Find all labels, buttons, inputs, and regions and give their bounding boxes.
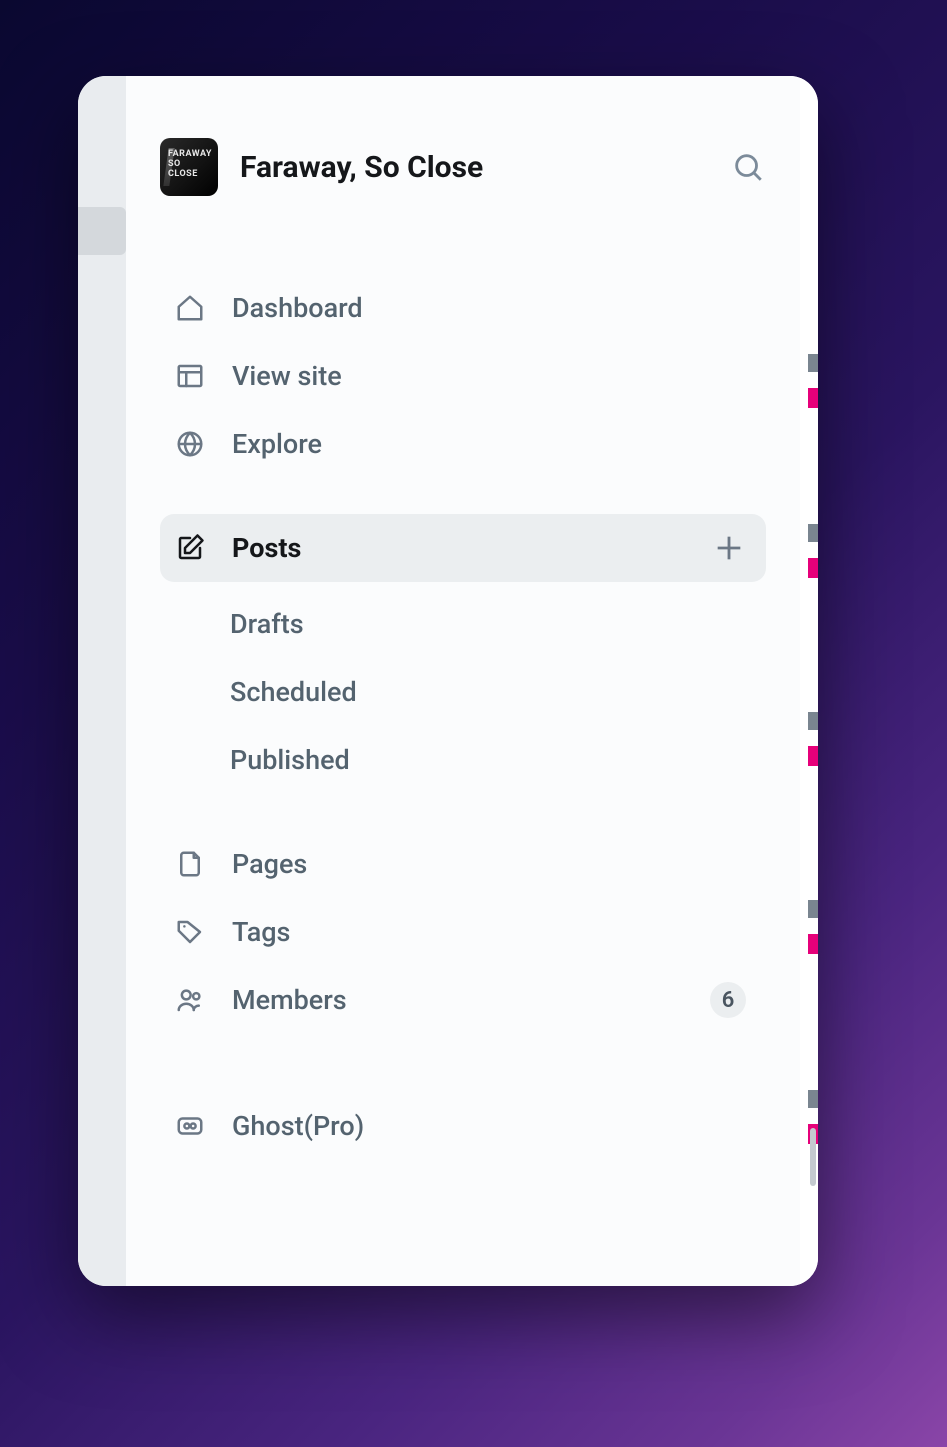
nav-drafts[interactable]: Drafts [160, 590, 766, 658]
members-icon [172, 982, 208, 1018]
tag-icon [172, 914, 208, 950]
site-title[interactable]: Faraway, So Close [240, 150, 708, 185]
nav-published[interactable]: Published [160, 726, 766, 794]
nav-primary: Dashboard View site Explore [160, 274, 766, 478]
nav-tags[interactable]: Tags [160, 898, 766, 966]
admin-window: FARAWAY SO CLOSE Faraway, So Close Dashb… [78, 76, 818, 1286]
nav-dashboard-label: Dashboard [232, 292, 746, 324]
nav-ghost-pro-label: Ghost(Pro) [232, 1110, 746, 1142]
globe-icon [172, 426, 208, 462]
gutter-tab[interactable] [78, 207, 126, 255]
nav-members[interactable]: Members 6 [160, 966, 766, 1034]
nav-pages-label: Pages [232, 848, 746, 880]
left-gutter [78, 76, 126, 1286]
nav-explore[interactable]: Explore [160, 410, 766, 478]
search-icon [731, 150, 765, 184]
layout-icon [172, 358, 208, 394]
card-icon [172, 1108, 208, 1144]
nav-scheduled-label: Scheduled [230, 676, 357, 708]
nav-published-label: Published [230, 744, 350, 776]
nav-drafts-label: Drafts [230, 608, 304, 640]
site-icon[interactable]: FARAWAY SO CLOSE [160, 138, 218, 196]
nav-tags-label: Tags [232, 916, 746, 948]
nav-footer: Ghost(Pro) [160, 1092, 766, 1160]
new-post-button[interactable] [712, 531, 746, 565]
pages-icon [172, 846, 208, 882]
nav-posts-sub: Drafts Scheduled Published [160, 590, 766, 794]
nav-posts-label: Posts [232, 532, 688, 564]
nav-view-site[interactable]: View site [160, 342, 766, 410]
members-count-badge: 6 [710, 982, 746, 1018]
nav-view-site-label: View site [232, 360, 746, 392]
nav-dashboard[interactable]: Dashboard [160, 274, 766, 342]
search-button[interactable] [730, 149, 766, 185]
site-icon-text: FARAWAY SO CLOSE [168, 150, 212, 180]
nav-secondary: Pages Tags Members 6 [160, 830, 766, 1034]
home-icon [172, 290, 208, 326]
plus-icon [712, 531, 746, 565]
sidebar: FARAWAY SO CLOSE Faraway, So Close Dashb… [126, 76, 800, 1286]
nav-pages[interactable]: Pages [160, 830, 766, 898]
scrollbar-thumb[interactable] [810, 1128, 816, 1186]
nav-members-label: Members [232, 984, 686, 1016]
nav-posts[interactable]: Posts [160, 514, 766, 582]
sidebar-header: FARAWAY SO CLOSE Faraway, So Close [160, 138, 766, 196]
nav-ghost-pro[interactable]: Ghost(Pro) [160, 1092, 766, 1160]
nav-content: Posts [160, 514, 766, 582]
nav-scheduled[interactable]: Scheduled [160, 658, 766, 726]
nav-explore-label: Explore [232, 428, 746, 460]
edit-icon [172, 530, 208, 566]
content-peek [800, 76, 818, 1286]
